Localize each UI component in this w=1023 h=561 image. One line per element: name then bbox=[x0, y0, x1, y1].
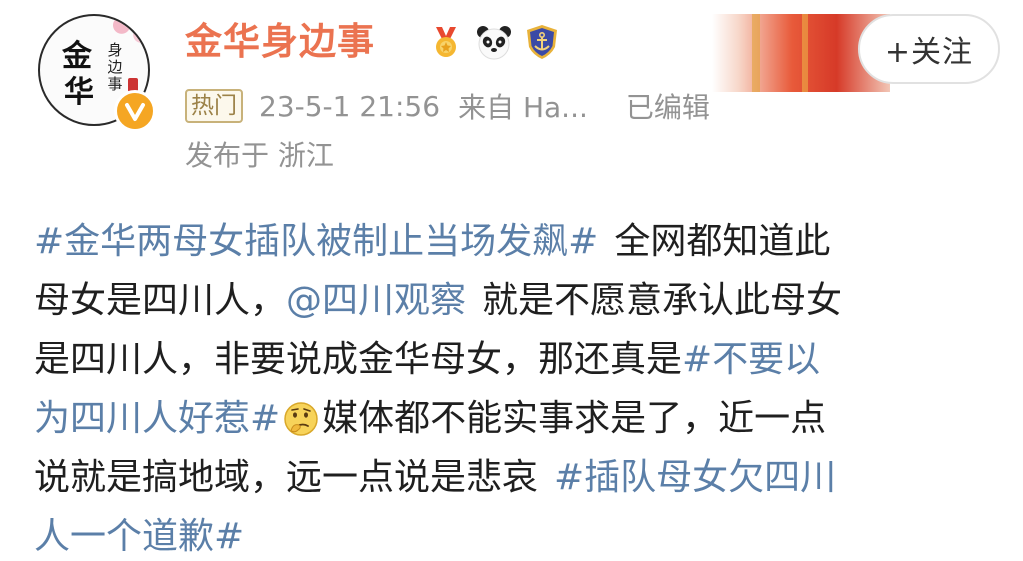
post-text: 就是不愿意承认此母女 bbox=[482, 280, 843, 321]
hot-tag[interactable]: 热门 bbox=[185, 89, 243, 123]
post-text: 全网都知道此 bbox=[614, 221, 831, 262]
post-text: 媒体都不能实事求是了，近一点 bbox=[322, 398, 827, 439]
topic-link[interactable]: #插队母女欠四川 bbox=[554, 448, 836, 507]
post-location: 发布于 浙江 bbox=[185, 139, 334, 172]
edited-label[interactable]: 已编辑 bbox=[626, 86, 710, 126]
content-line: 说就是搞地域，远一点说是悲哀 #插队母女欠四川 bbox=[34, 448, 999, 507]
weibo-post: 金 华 身边事 金华身边事 +关注 热门 23-5-1 21:56 来自 Ha.… bbox=[0, 0, 1023, 561]
topic-link[interactable]: #不要以 bbox=[682, 330, 820, 389]
content-line: 母女是四川人， @四川观察 就是不愿意承认此母女 bbox=[34, 271, 999, 330]
topic-link[interactable]: 人一个道歉# bbox=[34, 507, 244, 561]
badge-row bbox=[426, 22, 562, 62]
post-meta: 热门 23-5-1 21:56 来自 Ha... 已编辑 bbox=[185, 86, 710, 126]
topic-link[interactable]: #金华两母女插队被制止当场发飙# bbox=[34, 212, 598, 271]
post-source[interactable]: 来自 Ha... bbox=[458, 86, 588, 126]
post-text: 母女是四川人， bbox=[34, 280, 287, 321]
verified-icon bbox=[114, 90, 156, 132]
medal-icon[interactable] bbox=[426, 22, 466, 62]
avatar-char-1: 金 bbox=[62, 39, 92, 74]
follow-button[interactable]: +关注 bbox=[858, 14, 1000, 84]
topic-link[interactable]: 为四川人好惹# bbox=[34, 389, 280, 448]
post-text: 是四川人，非要说成金华母女，那还真是 bbox=[34, 339, 683, 380]
panda-icon[interactable] bbox=[474, 22, 514, 62]
avatar-small-text: 身边事 bbox=[107, 41, 123, 93]
post-content: #金华两母女插队被制止当场发飙# 全网都知道此 母女是四川人， @四川观察 就是… bbox=[34, 212, 999, 561]
content-line: 是四川人，非要说成金华母女，那还真是 #不要以 bbox=[34, 330, 999, 389]
content-line: #金华两母女插队被制止当场发飙# 全网都知道此 bbox=[34, 212, 999, 271]
mention-link[interactable]: @四川观察 bbox=[286, 271, 466, 330]
thinking-face-emoji-icon bbox=[282, 400, 320, 438]
content-line: 人一个道歉# bbox=[34, 507, 999, 561]
username[interactable]: 金华身边事 bbox=[185, 18, 375, 66]
post-timestamp[interactable]: 23-5-1 21:56 bbox=[259, 90, 440, 123]
avatar-char-2: 华 bbox=[64, 75, 94, 110]
anchor-shield-icon[interactable] bbox=[522, 22, 562, 62]
content-line: 为四川人好惹# 媒体都不能实事求是了，近一点 bbox=[34, 389, 999, 448]
post-text: 说就是搞地域，远一点说是悲哀 bbox=[34, 457, 539, 498]
